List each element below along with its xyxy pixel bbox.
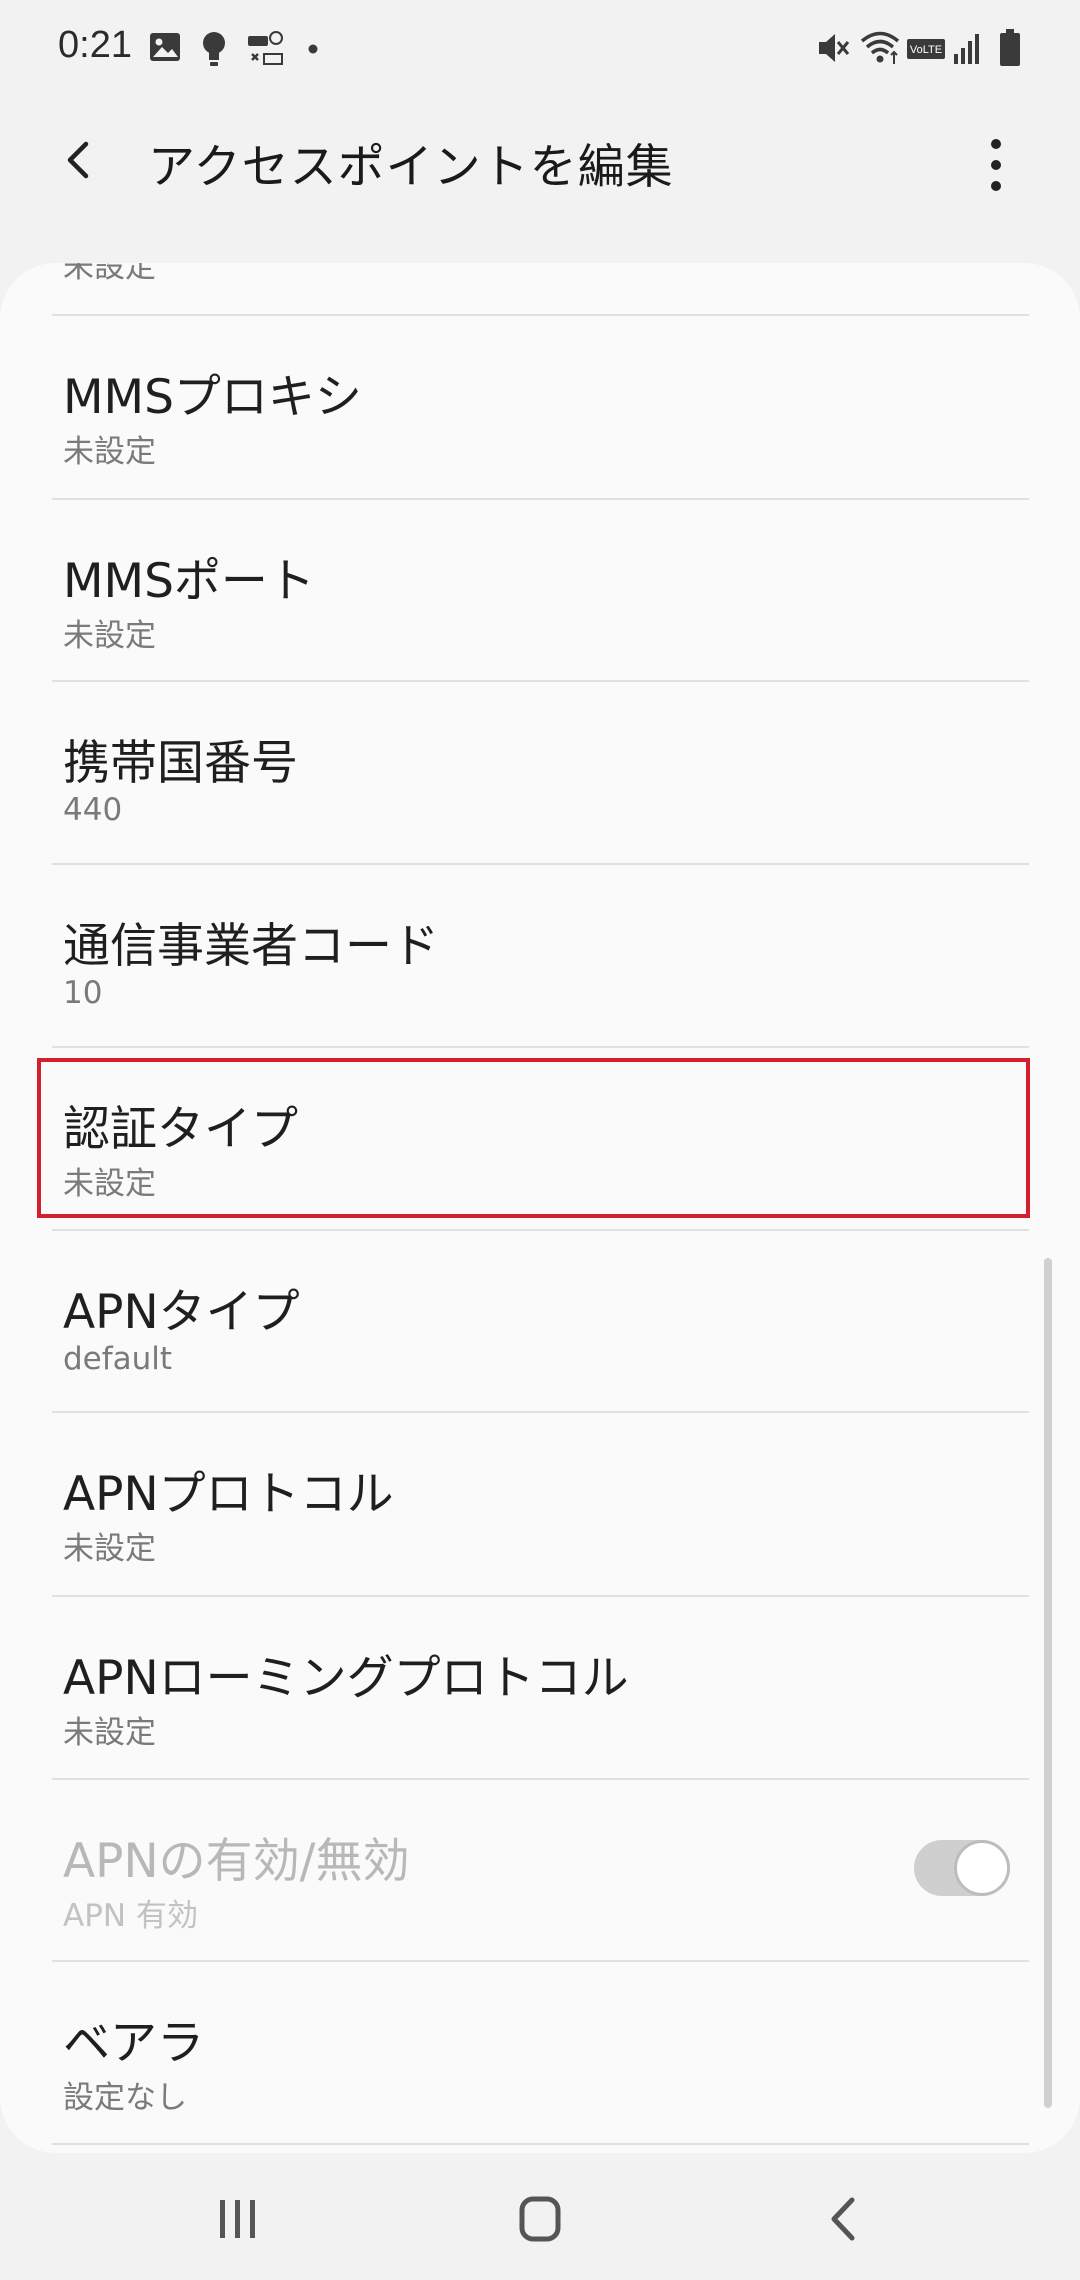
partial-item-value: 未設定 [63, 263, 156, 285]
recents-icon[interactable] [198, 2190, 278, 2250]
battery-icon [998, 28, 1022, 68]
more-vert-icon[interactable] [966, 130, 1026, 200]
item-value: 未設定 [63, 1715, 156, 1751]
item-title: APNローミングプロトコル [63, 1651, 629, 1706]
scrollbar[interactable] [1044, 1258, 1052, 2108]
dot-icon [308, 44, 318, 54]
wifi-icon [860, 30, 902, 66]
list-item-mms-proxy[interactable]: MMSプロキシ 未設定 [0, 316, 1080, 498]
item-value: 設定なし [63, 2080, 187, 2116]
item-title: APNタイプ [63, 1285, 300, 1340]
list-item-bearer[interactable]: ベアラ 設定なし [0, 1962, 1080, 2144]
item-title: MMSプロキシ [63, 370, 362, 425]
list-item-apn-type[interactable]: APNタイプ default [0, 1231, 1080, 1413]
gallery-icon [148, 30, 182, 64]
back-icon[interactable] [804, 2190, 884, 2250]
status-time: 0:21 [58, 24, 132, 66]
list-item-mms-port[interactable]: MMSポート 未設定 [0, 500, 1080, 682]
voicemail-icon [246, 30, 286, 68]
back-chevron-icon[interactable] [52, 130, 112, 190]
home-icon[interactable] [500, 2190, 580, 2250]
item-value: 未設定 [63, 434, 156, 470]
item-value: 未設定 [63, 618, 156, 654]
item-title: APNプロトコル [63, 1467, 394, 1522]
list-item-mcc[interactable]: 携帯国番号 440 [0, 682, 1080, 864]
mute-icon [816, 30, 850, 66]
item-value: 未設定 [63, 1531, 156, 1567]
item-value: 10 [63, 975, 103, 1011]
item-value: default [63, 1341, 173, 1377]
toggle-knob [954, 1840, 1010, 1896]
bulb-icon [200, 30, 228, 68]
item-title: ベアラ [63, 2016, 204, 2071]
volte-icon: VoLTE [906, 38, 946, 60]
status-bar: 0:21 VoLTE [0, 0, 1080, 100]
page-title: アクセスポイントを編集 [148, 140, 674, 195]
svg-text:VoLTE: VoLTE [910, 44, 942, 56]
signal-icon [952, 30, 982, 66]
apn-enable-toggle [914, 1840, 1010, 1896]
item-title: 通信事業者コード [63, 919, 439, 974]
item-title: APNの有効/無効 [63, 1834, 410, 1889]
navigation-bar [0, 2160, 1080, 2280]
item-title: 携帯国番号 [63, 736, 298, 791]
list-item-apn-roaming-protocol[interactable]: APNローミングプロトコル 未設定 [0, 1597, 1080, 1779]
highlight-box [37, 1058, 1030, 1218]
divider [52, 2143, 1029, 2145]
list-item-mnc[interactable]: 通信事業者コード 10 [0, 865, 1080, 1047]
item-title: MMSポート [63, 554, 315, 609]
app-header: アクセスポイントを編集 [0, 110, 1080, 210]
item-value: APN 有効 [63, 1898, 198, 1934]
item-value: 440 [63, 792, 123, 828]
list-item-apn-protocol[interactable]: APNプロトコル 未設定 [0, 1413, 1080, 1595]
